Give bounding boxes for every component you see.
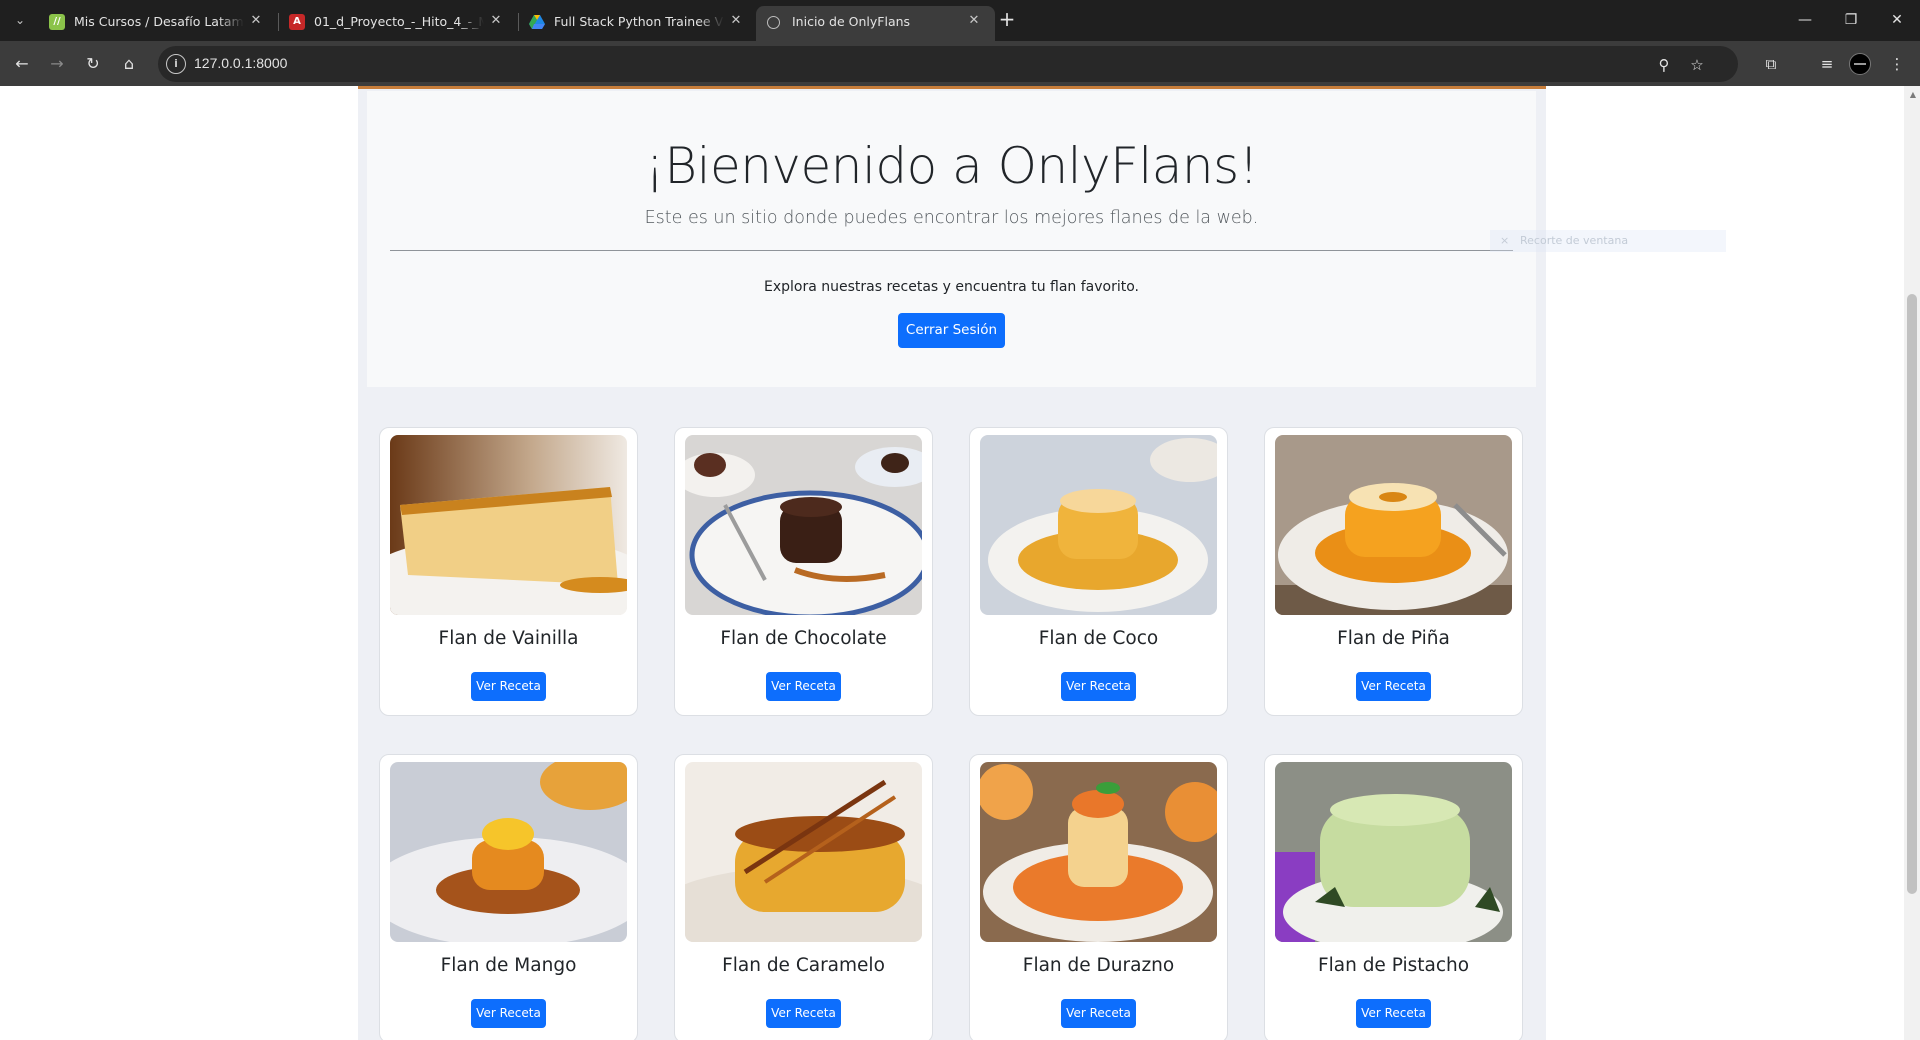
window-close-icon[interactable]: ✕: [1874, 0, 1920, 41]
menu-kebab-icon[interactable]: ⋮: [1886, 53, 1908, 75]
extensions-icon[interactable]: ⧉: [1760, 53, 1782, 75]
close-icon[interactable]: ✕: [247, 12, 265, 30]
forward-arrow-icon[interactable]: →: [44, 51, 70, 77]
tab-title: 01_d_Proyecto_-_Hito_4_-_Manual: [314, 14, 484, 29]
tab-search-chevron-icon[interactable]: ⌄: [8, 8, 32, 32]
tab-proyecto-pdf[interactable]: A 01_d_Proyecto_-_Hito_4_-_Manual ✕: [278, 6, 517, 41]
flan-image-pina: [1275, 435, 1512, 615]
browser-toolbar: ← → ↻ ⌂ i 127.0.0.1:8000 ☆ ⚲ ⧉ ≡ ⋮: [0, 41, 1920, 86]
zoom-icon[interactable]: ⚲: [1653, 54, 1675, 76]
flan-image-pistacho: [1275, 762, 1512, 942]
tab-onlyflans[interactable]: Inicio de OnlyFlans ✕: [756, 6, 995, 41]
flan-name: Flan de Caramelo: [722, 955, 885, 976]
scroll-up-arrow-icon[interactable]: ▲: [1910, 90, 1916, 99]
flan-name: Flan de Vainilla: [438, 628, 579, 649]
ver-receta-button[interactable]: Ver Receta: [1356, 672, 1431, 701]
new-tab-button[interactable]: +: [995, 8, 1019, 32]
hero-section: ¡Bienvenido a OnlyFlans! Este es un siti…: [367, 91, 1536, 387]
flan-card: Flan de Durazno Ver Receta: [969, 754, 1228, 1040]
ver-receta-button[interactable]: Ver Receta: [471, 999, 546, 1028]
profile-avatar[interactable]: [1849, 53, 1871, 75]
flan-image-chocolate: [685, 435, 922, 615]
address-bar[interactable]: i 127.0.0.1:8000 ☆ ⚲: [158, 46, 1738, 82]
hero-text: Explora nuestras recetas y encuentra tu …: [763, 279, 1139, 295]
main-container: ¡Bienvenido a OnlyFlans! Este es un siti…: [358, 86, 1546, 1040]
restore-icon[interactable]: ❐: [1828, 0, 1874, 41]
page-scrollbar[interactable]: ▲: [1904, 86, 1920, 1040]
page-viewport: ¡Bienvenido a OnlyFlans! Este es un siti…: [0, 86, 1920, 1040]
logout-button[interactable]: Cerrar Sesión: [898, 313, 1005, 348]
divider: [390, 250, 1513, 251]
bookmark-star-icon[interactable]: ☆: [1686, 54, 1708, 76]
flan-card: Flan de Pistacho Ver Receta: [1264, 754, 1523, 1040]
close-icon[interactable]: ✕: [965, 12, 983, 30]
hero-lead: Este es un sitio donde puedes encontrar …: [644, 208, 1259, 228]
url-text[interactable]: 127.0.0.1:8000: [194, 55, 287, 71]
reading-list-icon[interactable]: ≡: [1816, 53, 1838, 75]
tab-title: Inicio de OnlyFlans: [792, 14, 911, 29]
tab-title: Full Stack Python Trainee V2.0 (G: [554, 14, 724, 29]
desafio-latam-icon: //: [49, 14, 65, 30]
ver-receta-button[interactable]: Ver Receta: [766, 999, 841, 1028]
tab-full-stack-drive[interactable]: Full Stack Python Trainee V2.0 (G ✕: [518, 6, 757, 41]
flan-card: Flan de Caramelo Ver Receta: [674, 754, 933, 1040]
minimize-icon[interactable]: —: [1782, 0, 1828, 41]
globe-icon: [767, 16, 780, 29]
site-info-icon[interactable]: i: [166, 54, 186, 74]
ver-receta-button[interactable]: Ver Receta: [1061, 999, 1136, 1028]
home-icon[interactable]: ⌂: [116, 51, 142, 77]
flan-card: Flan de Chocolate Ver Receta: [674, 427, 933, 716]
scrollbar-thumb[interactable]: [1907, 294, 1917, 894]
tab-title: Mis Cursos / Desafío Latam: [74, 14, 244, 29]
flan-name: Flan de Chocolate: [720, 628, 887, 649]
pdf-icon: A: [289, 14, 305, 30]
flan-name: Flan de Piña: [1337, 628, 1450, 649]
flan-name: Flan de Pistacho: [1317, 955, 1470, 976]
ver-receta-button[interactable]: Ver Receta: [1061, 672, 1136, 701]
snip-overlay-hint: Recorte de ventana: [1490, 230, 1726, 252]
flan-name: Flan de Mango: [440, 955, 577, 976]
flan-card: Flan de Vainilla Ver Receta: [379, 427, 638, 716]
flan-image-coco: [980, 435, 1217, 615]
close-icon[interactable]: ✕: [487, 12, 505, 30]
flan-name: Flan de Durazno: [1022, 955, 1175, 976]
tab-strip: ⌄ // Mis Cursos / Desafío Latam ✕ A 01_d…: [0, 0, 1920, 41]
drive-icon: [529, 14, 545, 30]
flan-image-caramelo: [685, 762, 922, 942]
ver-receta-button[interactable]: Ver Receta: [766, 672, 841, 701]
flan-image-vainilla: [390, 435, 627, 615]
flan-name: Flan de Coco: [1038, 628, 1159, 649]
flan-image-mango: [390, 762, 627, 942]
close-icon[interactable]: ✕: [727, 12, 745, 30]
tab-mis-cursos[interactable]: // Mis Cursos / Desafío Latam ✕: [38, 6, 277, 41]
ver-receta-button[interactable]: Ver Receta: [1356, 999, 1431, 1028]
reload-icon[interactable]: ↻: [80, 51, 106, 77]
flan-card: Flan de Piña Ver Receta: [1264, 427, 1523, 716]
flan-card: Flan de Mango Ver Receta: [379, 754, 638, 1040]
back-arrow-icon[interactable]: ←: [9, 51, 35, 77]
flan-card: Flan de Coco Ver Receta: [969, 427, 1228, 716]
ver-receta-button[interactable]: Ver Receta: [471, 672, 546, 701]
page-title: ¡Bienvenido a OnlyFlans!: [644, 137, 1259, 195]
flan-image-durazno: [980, 762, 1217, 942]
